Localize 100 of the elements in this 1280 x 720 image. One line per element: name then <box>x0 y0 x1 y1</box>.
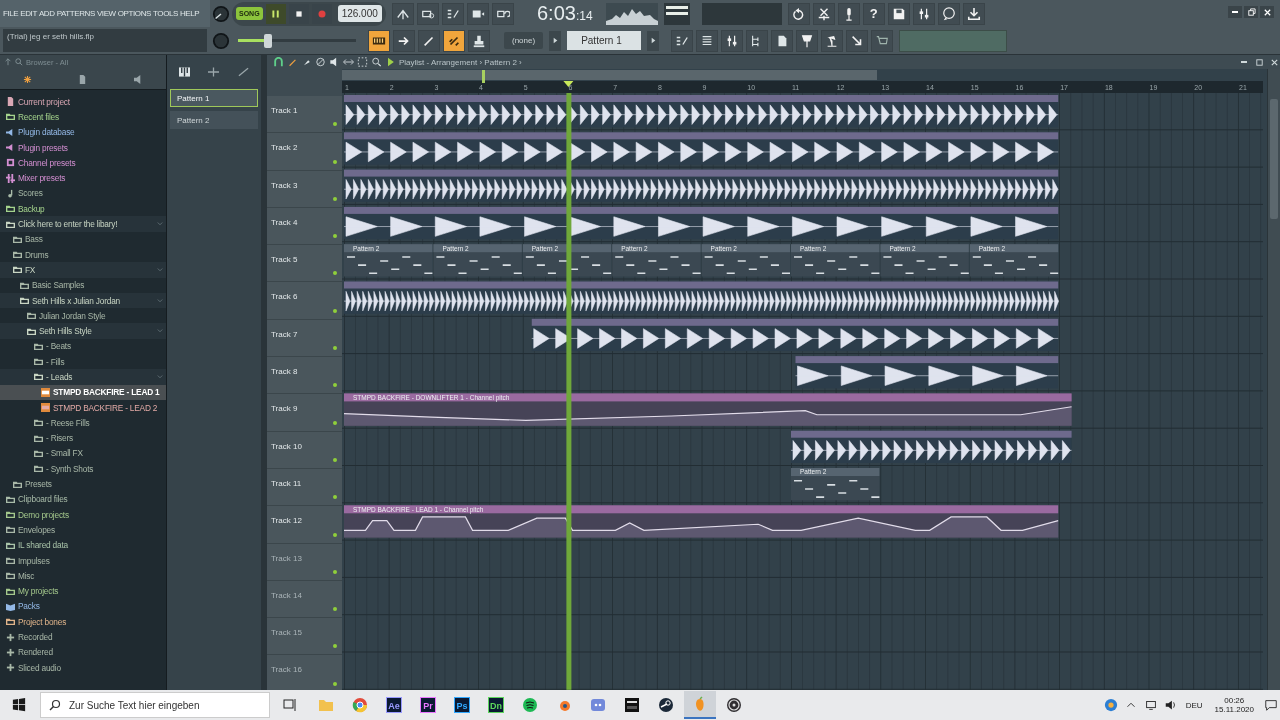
browser-item[interactable]: IL shared data <box>0 537 166 553</box>
browser-item[interactable]: - Synth Shots <box>0 461 166 477</box>
browser-item[interactable]: Seth Hills x Julian Jordan <box>0 292 166 309</box>
browser-item[interactable]: Bass <box>0 231 166 247</box>
toolbar-button[interactable] <box>846 29 869 52</box>
menu-item[interactable]: TOOLS <box>153 9 178 18</box>
browser-item[interactable]: Demo projects <box>0 507 166 523</box>
browser-item[interactable]: Sliced audio <box>0 660 166 676</box>
maximize-button[interactable] <box>1253 56 1265 68</box>
browser-item[interactable]: - Beats <box>0 338 166 355</box>
track-label[interactable]: Track 12 <box>271 516 302 526</box>
browser-item[interactable]: My projects <box>0 583 166 599</box>
track-mute-button[interactable] <box>333 383 337 388</box>
toolbar-button[interactable] <box>746 29 769 52</box>
track-label[interactable]: Track 2 <box>271 143 298 153</box>
previous-pattern-button[interactable] <box>549 30 562 51</box>
browser-item[interactable]: Julian Jordan Style <box>0 308 166 324</box>
browser-item[interactable]: Misc <box>0 568 166 584</box>
speaker-icon[interactable] <box>1163 698 1178 712</box>
select-icon[interactable] <box>357 57 368 67</box>
toolbar-button[interactable] <box>962 2 985 25</box>
track-label[interactable]: Track 9 <box>271 404 298 414</box>
search-field[interactable]: Zur Suche Text hier eingeben <box>40 692 270 718</box>
help-circle-icon[interactable] <box>1103 698 1118 712</box>
slider-thumb[interactable] <box>263 33 272 48</box>
track-mute-button[interactable] <box>333 196 337 201</box>
browser-item[interactable]: Plugin presets <box>0 139 166 156</box>
audio-clip[interactable] <box>343 132 1059 165</box>
plus-icon[interactable] <box>208 67 220 77</box>
track-mute-button[interactable] <box>333 420 337 425</box>
browser-item[interactable]: - Risers <box>0 430 166 446</box>
browser-item[interactable]: Recorded <box>0 629 166 645</box>
toolbar-button[interactable] <box>466 2 489 25</box>
track-label[interactable]: Track 15 <box>271 628 302 638</box>
browser-item[interactable]: Current project <box>0 94 166 110</box>
toolbar-button[interactable] <box>937 2 960 25</box>
toolbar-button[interactable] <box>796 29 819 52</box>
channel-selector[interactable]: (none) <box>504 32 544 49</box>
knob-icon[interactable] <box>212 4 230 23</box>
audio-clip[interactable] <box>343 95 1059 128</box>
browser-item[interactable]: Drums <box>0 246 166 263</box>
toolbar-button[interactable] <box>837 2 860 25</box>
toolbar-button[interactable] <box>443 29 465 52</box>
notification-icon[interactable] <box>1264 698 1278 712</box>
browser-item[interactable]: - Reese Fills <box>0 415 166 431</box>
toolbar-button[interactable] <box>812 2 835 25</box>
track-mute-button[interactable] <box>333 681 337 686</box>
magnet-icon[interactable] <box>273 57 284 67</box>
track-label[interactable]: Track 16 <box>271 665 302 675</box>
toolbar-button[interactable] <box>887 2 910 25</box>
track-mute-button[interactable] <box>333 532 337 537</box>
taskbar-app[interactable]: Dn <box>480 691 512 719</box>
menu-item[interactable]: VIEW <box>96 9 116 18</box>
browser-item[interactable]: Presets <box>0 476 166 492</box>
toolbar-button[interactable] <box>416 2 439 25</box>
track-mute-button[interactable] <box>333 569 337 574</box>
track-label[interactable]: Track 10 <box>271 441 302 451</box>
track-label[interactable]: Track 3 <box>271 180 298 190</box>
input-language[interactable]: DEU <box>1185 700 1203 710</box>
browser-item[interactable]: Project bones <box>0 614 166 630</box>
track-label[interactable]: Track 7 <box>271 329 298 339</box>
browser-item[interactable]: Seth Hills Style <box>0 323 166 339</box>
track-mute-button[interactable] <box>333 644 337 649</box>
arrow-icon[interactable] <box>4 58 12 66</box>
toolbar-button[interactable] <box>468 29 490 52</box>
browser-item[interactable]: Clipboard files <box>0 491 166 507</box>
clock-date[interactable]: 15.11.2020 <box>1214 705 1254 714</box>
browser-item[interactable]: Rendered <box>0 644 166 660</box>
browser-item[interactable]: Packs <box>0 598 166 615</box>
play-icon[interactable] <box>385 57 396 67</box>
toolbar-button[interactable] <box>821 29 844 52</box>
task-view-icon[interactable] <box>282 697 298 713</box>
browser-item[interactable]: Click here to enter the libary! <box>0 216 166 232</box>
toolbar-button[interactable] <box>771 29 794 52</box>
toolbar-button[interactable] <box>391 2 414 25</box>
track-mute-button[interactable] <box>333 607 337 612</box>
track-mute-button[interactable] <box>333 457 337 462</box>
network-icon[interactable] <box>1143 698 1158 712</box>
browser-item[interactable]: Backup <box>0 201 166 217</box>
browser-item[interactable]: Impulses <box>0 552 166 569</box>
menu-item[interactable]: ADD <box>38 9 55 18</box>
piano-keys-icon[interactable] <box>179 67 191 77</box>
toolbar-button[interactable] <box>787 2 810 25</box>
toolbar-button[interactable] <box>441 2 464 25</box>
next-pattern-button[interactable] <box>647 30 660 51</box>
toolbar-button[interactable] <box>912 2 935 25</box>
toolbar-button[interactable] <box>671 29 694 52</box>
toolbar-button[interactable] <box>393 29 415 52</box>
browser-item[interactable]: Basic Samples <box>0 277 166 293</box>
help-button[interactable]: ? <box>862 2 885 25</box>
audio-clip[interactable] <box>343 207 1059 240</box>
browser-item[interactable]: - Small FX <box>0 445 166 462</box>
track-label[interactable]: Track 6 <box>271 292 298 302</box>
browser-item[interactable]: Scores <box>0 185 166 202</box>
taskbar-app[interactable]: Ae <box>378 691 410 719</box>
restore-button[interactable] <box>1244 6 1258 18</box>
track-mute-button[interactable] <box>333 234 337 239</box>
pattern-item[interactable]: Pattern 1 <box>170 89 258 107</box>
taskbar-app[interactable]: Pr <box>412 691 444 719</box>
tempo-display[interactable]: 126.000 <box>337 5 382 22</box>
